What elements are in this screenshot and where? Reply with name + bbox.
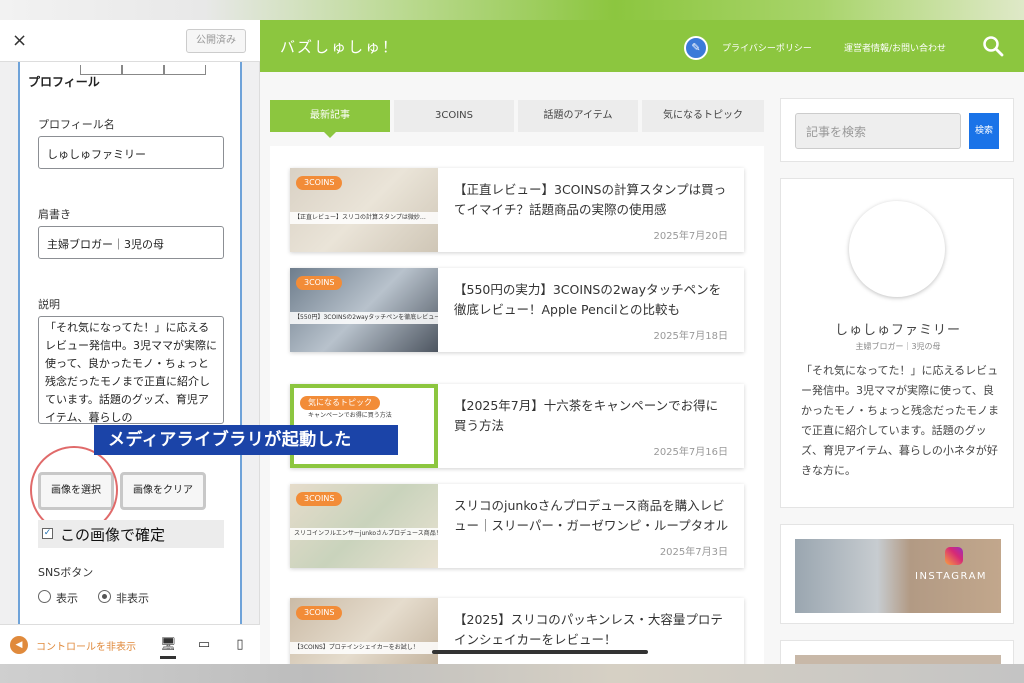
instagram-icon [945,547,963,565]
description-label: 説明 [38,298,60,311]
post-card[interactable]: 3COINS 【正直レビュー】スリコの計算スタンプは微妙… 【正直レビュー】3C… [290,168,744,252]
profile-name-input[interactable]: しゅしゅファミリー [38,136,224,169]
thumbnail-caption: 【550円】3COINSの2wayタッチペンを徹底レビュー！ [290,312,438,324]
tablet-preview-icon[interactable]: ▭ [196,637,212,653]
close-icon[interactable]: × [12,30,27,51]
profile-section: プロフィール プロフィール名 しゅしゅファミリー 肩書き 主婦ブロガー｜3児の母… [18,62,242,642]
post-thumbnail[interactable]: 3COINS 【3COINS】プロテインシェイカーをお試し！ [290,598,438,664]
tagline-label: 肩書き [38,208,71,221]
profile-role: 主婦ブロガー｜3児の母 [855,342,941,351]
tab-3coins[interactable]: 3COINS [394,100,514,132]
horizontal-scrollbar[interactable] [432,650,648,654]
hide-controls-link[interactable]: コントロールを非表示 [36,638,136,653]
sns-hide-radio[interactable] [98,590,111,603]
bottom-blur-strip [0,664,1024,683]
post-thumbnail[interactable]: 3COINS スリコインフルエンサーjunkoさんプロデュース商品！ [290,484,438,568]
sidebar-next-widget [780,640,1014,664]
post-list: 3COINS 【正直レビュー】スリコの計算スタンプは微妙… 【正直レビュー】3C… [270,146,764,664]
section-title: プロフィール [28,75,100,89]
clear-image-button[interactable]: 画像をクリア [120,472,206,510]
site-title[interactable]: バズしゅしゅ！ [280,36,399,57]
post-card[interactable]: 3COINS 【3COINS】プロテインシェイカーをお試し！ 【2025】スリコ… [290,598,744,664]
nav-about-contact[interactable]: 運営者情報/お問い合わせ [844,41,946,54]
post-title[interactable]: 【正直レビュー】3COINSの計算スタンプは買ってイマイチ？話題商品の実際の使用… [454,180,730,220]
thumbnail-caption: キャンペーンでお得に買う方法 [308,412,392,419]
category-badge: 気になるトピック [300,396,380,410]
tab-latest[interactable]: 最新記事 [270,100,390,138]
tab-topics[interactable]: 気になるトピック [642,100,764,132]
post-date: 2025年7月18日 [653,331,728,342]
category-badge: 3COINS [296,176,343,190]
sidebar-next-image[interactable] [795,655,1001,664]
post-date: 2025年7月20日 [653,231,728,242]
post-card[interactable]: 3COINS スリコインフルエンサーjunkoさんプロデュース商品！ スリコのj… [290,484,744,568]
sidebar-instagram-widget: INSTAGRAM [780,524,1014,624]
customizer-panel: × 公開済み プロフィール プロフィール名 しゅしゅファミリー 肩書き 主婦ブロ… [0,20,260,664]
nav-privacy-policy[interactable]: プライバシーポリシー [722,41,812,54]
category-badge: 3COINS [296,492,343,506]
confirm-image-label: この画像で確定 [60,526,166,544]
section-tab-stubs [80,62,206,75]
post-title[interactable]: 【550円の実力】3COINSの2wayタッチペンを徹底レビュー！Apple P… [454,280,730,320]
post-date: 2025年7月3日 [659,547,728,558]
post-thumbnail[interactable]: 3COINS 【550円】3COINSの2wayタッチペンを徹底レビュー！ [290,268,438,352]
profile-bio: 「それ気になってた！」に応えるレビュー発信中。3児ママが実際に使って、良かったモ… [801,364,999,477]
thumbnail-caption: 【3COINS】プロテインシェイカーをお試し！ [290,642,438,654]
tab-trending-items[interactable]: 話題のアイテム [518,100,638,132]
post-date: 2025年7月16日 [653,447,728,458]
post-title[interactable]: スリコのjunkoさんプロデュース商品を購入レビュー｜スリーパー・ガーゼワンピ・… [454,496,730,536]
mobile-preview-icon[interactable]: ▯ [232,637,248,653]
customizer-header: × 公開済み [0,20,260,62]
thumbnail-caption: 【正直レビュー】スリコの計算スタンプは微妙… [290,212,438,224]
post-card[interactable]: 3COINS 【550円】3COINSの2wayタッチペンを徹底レビュー！ 【5… [290,268,744,352]
sns-show-label: 表示 [56,592,78,605]
edit-pencil-icon[interactable]: ✎ [684,36,708,60]
sidebar-profile-widget: しゅしゅファミリー 主婦ブロガー｜3児の母 「それ気になってた！」に応えるレビュ… [780,178,1014,508]
site-header: バズしゅしゅ！ ✎ プライバシーポリシー 運営者情報/お問い合わせ [260,20,1024,72]
sns-hide-label: 非表示 [116,592,149,605]
post-title[interactable]: 【2025年7月】十六茶をキャンペーンでお得に買う方法 [454,396,730,436]
instagram-label: INSTAGRAM [915,571,988,582]
overlay-caption: メディアライブラリが起動した [94,425,398,455]
avatar [849,201,945,297]
post-thumbnail[interactable]: 3COINS 【正直レビュー】スリコの計算スタンプは微妙… [290,168,438,252]
instagram-banner[interactable]: INSTAGRAM [795,539,1001,613]
profile-name-label: プロフィール名 [38,118,115,131]
category-badge: 3COINS [296,276,343,290]
site-preview: バズしゅしゅ！ ✎ プライバシーポリシー 運営者情報/お問い合わせ 最新記事 3… [260,20,1024,664]
sidebar-search-button[interactable]: 検索 [969,113,999,149]
post-title[interactable]: 【2025】スリコのパッキンレス・大容量プロテインシェイカーをレビュー！ [454,610,730,650]
thumbnail-caption: スリコインフルエンサーjunkoさんプロデュース商品！ [290,528,438,540]
confirm-image-row[interactable]: ✓ この画像で確定 [38,520,224,548]
search-icon[interactable] [982,35,1004,57]
sns-show-radio[interactable] [38,590,51,603]
sidebar-search-widget: 記事を検索 検索 [780,98,1014,162]
published-button[interactable]: 公開済み [186,29,246,53]
collapse-arrow-icon[interactable]: ◀ [10,636,28,654]
sidebar-search-input[interactable]: 記事を検索 [795,113,961,149]
desktop-preview-icon[interactable]: 🖥 [160,637,177,659]
profile-name: しゅしゅファミリー [834,323,961,338]
sns-label: SNSボタン [38,566,94,579]
top-blur-strip [0,0,1024,20]
description-textarea[interactable]: 「それ気になってた！」に応えるレビュー発信中。3児ママが実際に使って、良かったモ… [38,316,224,424]
category-badge: 3COINS [296,606,343,620]
tagline-input[interactable]: 主婦ブロガー｜3児の母 [38,226,224,259]
confirm-checkbox[interactable]: ✓ [42,528,53,539]
customizer-footer: ◀ コントロールを非表示 🖥 ▭ ▯ [0,624,260,664]
